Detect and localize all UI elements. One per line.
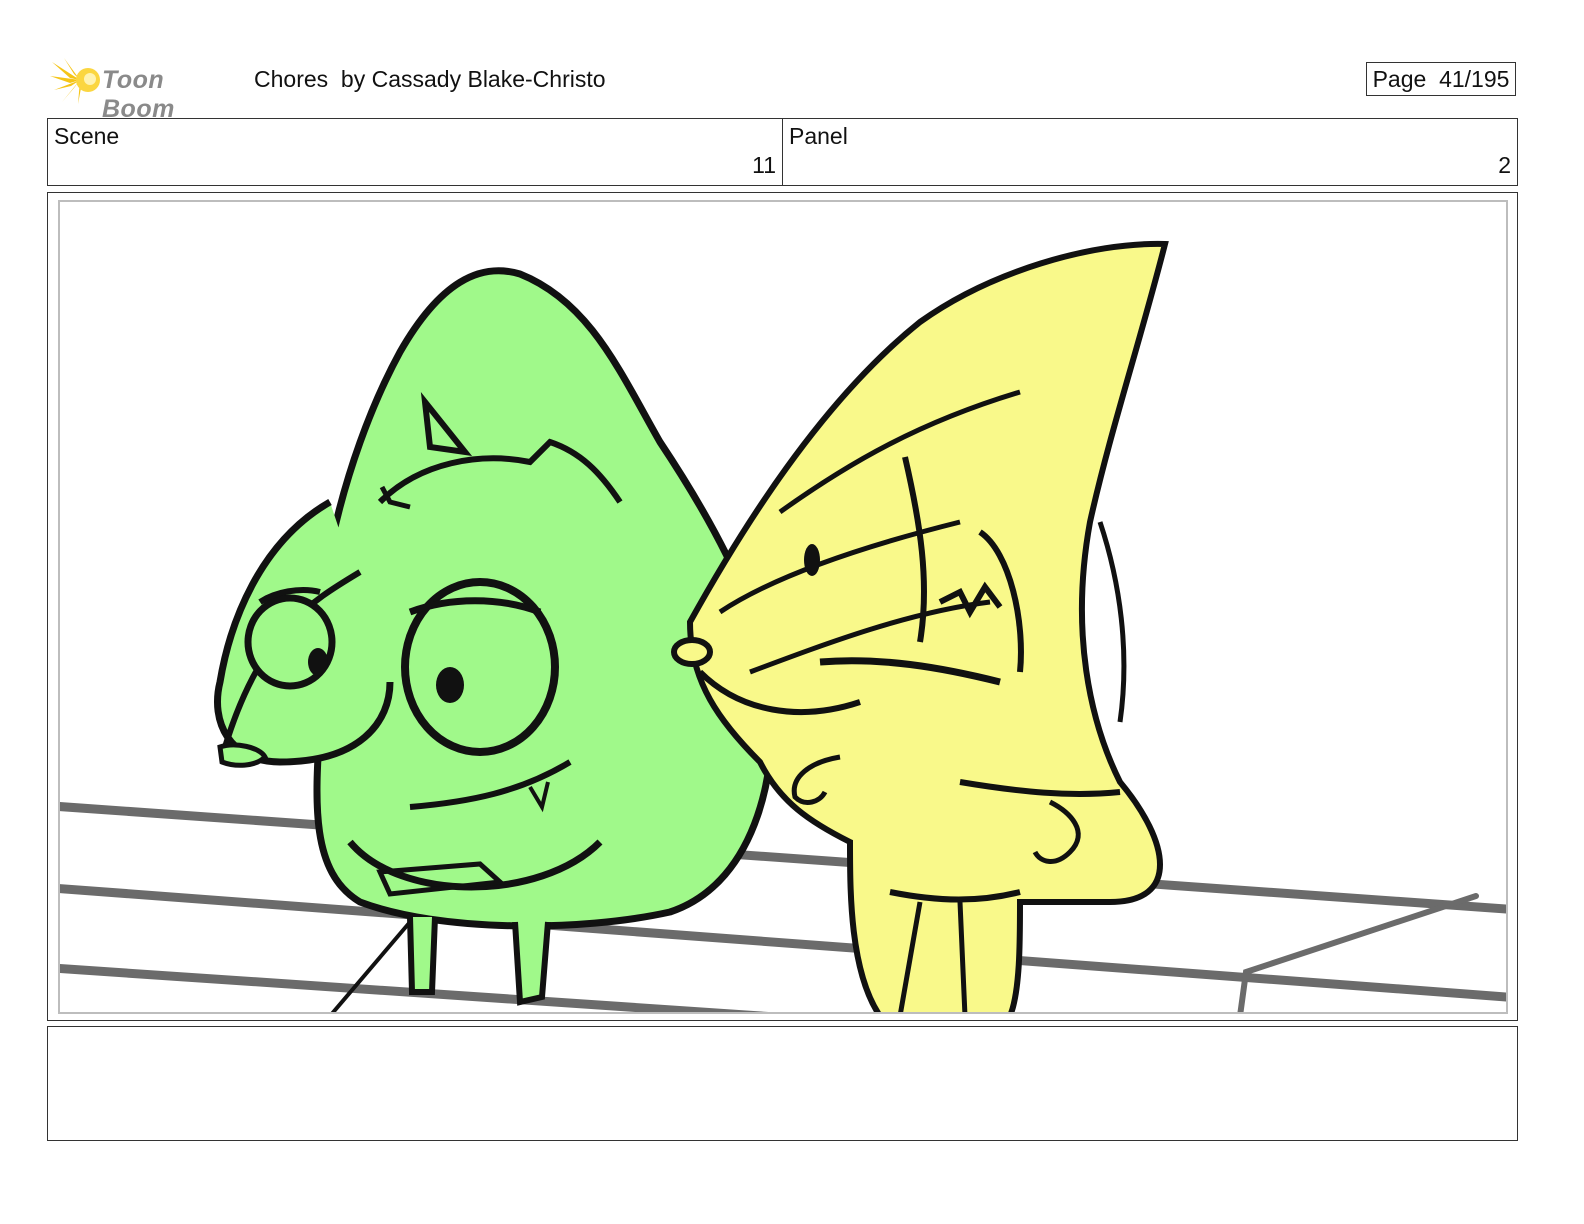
page-header: Toon Boom Chores by Cassady Blake-Christ… — [50, 56, 1540, 123]
yellow-character — [671, 240, 1169, 1012]
scene-cell: Scene 11 — [48, 119, 782, 185]
panel-value: 2 — [1498, 152, 1511, 178]
scene-label: Scene — [54, 123, 120, 149]
panel-notes — [47, 1026, 1518, 1141]
storyboard-title: Chores by Cassady Blake-Christo — [254, 66, 606, 92]
panel-label: Panel — [789, 123, 848, 149]
starburst-icon — [50, 58, 100, 104]
panel-image — [58, 200, 1508, 1014]
storyboard-drawing — [60, 240, 1506, 1012]
bench-rails — [60, 802, 1506, 1012]
scene-panel-info: Scene 11 Panel 2 — [47, 118, 1518, 186]
panel-cell: Panel 2 — [782, 119, 1517, 185]
logo-text: Toon Boom — [102, 66, 175, 123]
toon-boom-logo: Toon Boom — [50, 56, 240, 123]
page-number: Page 41/195 — [1366, 62, 1516, 96]
scene-value: 11 — [752, 152, 776, 178]
